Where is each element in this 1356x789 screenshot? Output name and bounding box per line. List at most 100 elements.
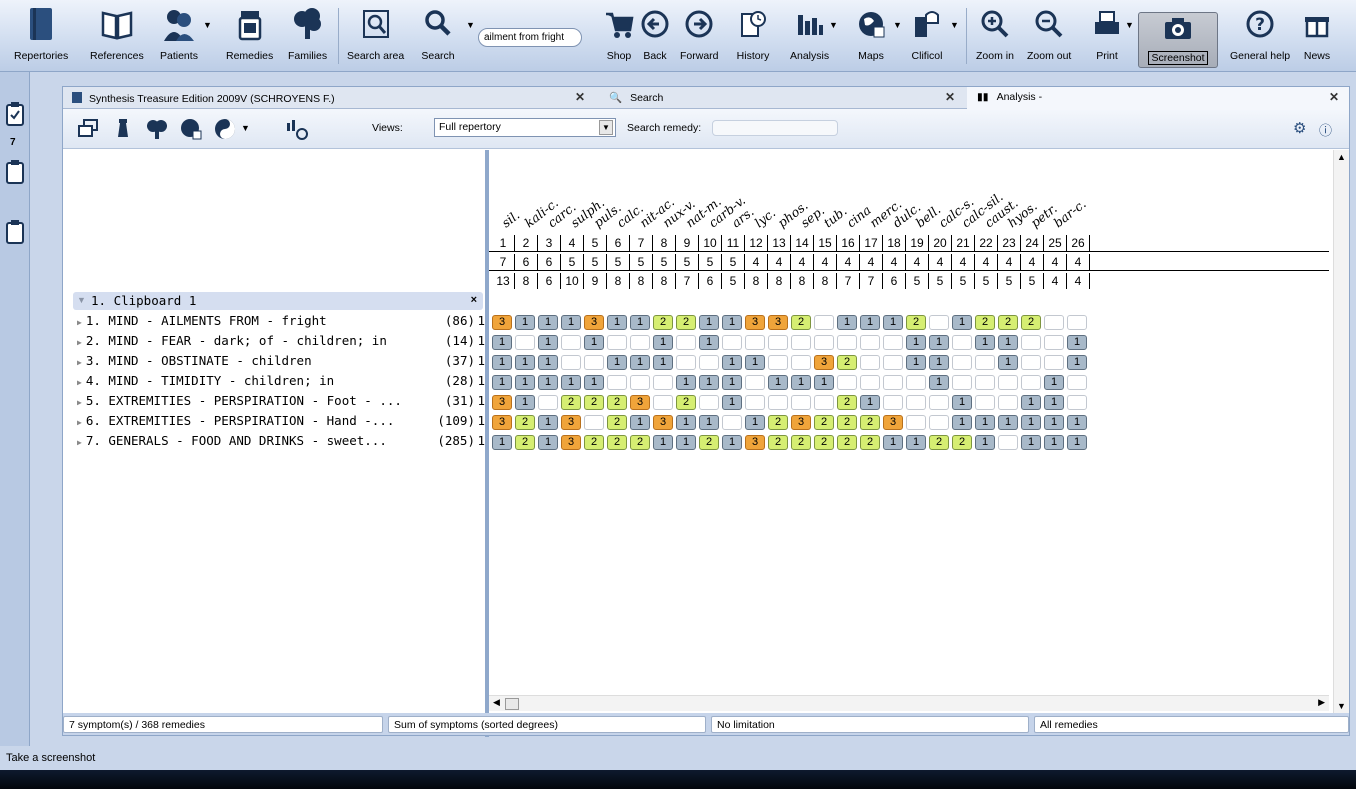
grade-cell[interactable]: 2 bbox=[906, 315, 926, 330]
grade-cell[interactable]: 1 bbox=[883, 315, 903, 330]
grade-cell[interactable]: 1 bbox=[699, 335, 719, 350]
grade-cell[interactable] bbox=[722, 335, 742, 350]
grade-cell[interactable]: 2 bbox=[837, 395, 857, 410]
grade-cell[interactable] bbox=[584, 415, 604, 430]
grade-cell[interactable]: 1 bbox=[561, 375, 581, 390]
grade-cell[interactable] bbox=[745, 375, 765, 390]
grade-cell[interactable]: 1 bbox=[1044, 375, 1064, 390]
symptom-row[interactable]: ▶ 4. MIND - TIMIDITY - children; in (28) 1 bbox=[77, 373, 487, 391]
grade-cell[interactable]: 2 bbox=[814, 415, 834, 430]
grade-cell[interactable]: 1 bbox=[998, 415, 1018, 430]
grade-cell[interactable]: 2 bbox=[653, 315, 673, 330]
close-icon[interactable]: ✕ bbox=[945, 90, 955, 104]
grade-cell[interactable]: 1 bbox=[492, 355, 512, 370]
grade-cell[interactable]: 1 bbox=[492, 435, 512, 450]
grade-cell[interactable]: 3 bbox=[584, 315, 604, 330]
status-sort[interactable]: Sum of symptoms (sorted degrees) bbox=[388, 716, 706, 733]
grade-cell[interactable]: 1 bbox=[699, 415, 719, 430]
zoom-out-button[interactable]: Zoom out bbox=[1027, 4, 1071, 68]
symptom-row[interactable]: ▶ 3. MIND - OBSTINATE - children (37) 1 bbox=[77, 353, 487, 371]
chevron-down-icon[interactable]: ▼ bbox=[1125, 20, 1134, 30]
grade-cell[interactable] bbox=[906, 415, 926, 430]
analysis-settings-icon[interactable] bbox=[285, 117, 309, 141]
grade-cell[interactable]: 1 bbox=[1067, 335, 1087, 350]
grade-cell[interactable] bbox=[1044, 355, 1064, 370]
grade-cell[interactable]: 2 bbox=[607, 415, 627, 430]
grade-cell[interactable] bbox=[883, 375, 903, 390]
expand-arrow-icon[interactable]: ▶ bbox=[77, 438, 82, 447]
grade-cell[interactable]: 1 bbox=[768, 375, 788, 390]
grade-cell[interactable]: 3 bbox=[492, 315, 512, 330]
grade-cell[interactable]: 3 bbox=[653, 415, 673, 430]
grade-cell[interactable]: 1 bbox=[791, 375, 811, 390]
symptom-row[interactable]: ▶ 2. MIND - FEAR - dark; of - children; i… bbox=[77, 333, 487, 351]
scroll-left-icon[interactable]: ◀ bbox=[493, 697, 500, 708]
grade-cell[interactable] bbox=[906, 395, 926, 410]
grade-cell[interactable]: 1 bbox=[515, 395, 535, 410]
grade-cell[interactable]: 2 bbox=[676, 315, 696, 330]
grade-cell[interactable] bbox=[1067, 395, 1087, 410]
grade-cell[interactable]: 2 bbox=[561, 395, 581, 410]
grade-cell[interactable]: 1 bbox=[860, 395, 880, 410]
grade-cell[interactable]: 2 bbox=[837, 415, 857, 430]
grade-cell[interactable] bbox=[768, 355, 788, 370]
expand-arrow-icon[interactable]: ▶ bbox=[77, 378, 82, 387]
grade-cell[interactable]: 1 bbox=[1021, 395, 1041, 410]
patients-button[interactable]: Patients bbox=[160, 4, 198, 68]
remedies-button[interactable]: Remedies bbox=[226, 4, 273, 68]
grade-cell[interactable]: 3 bbox=[561, 415, 581, 430]
views-select[interactable]: Full repertory ▼ bbox=[434, 118, 616, 137]
grade-cell[interactable]: 1 bbox=[975, 335, 995, 350]
grade-cell[interactable]: 2 bbox=[1021, 315, 1041, 330]
expand-arrow-icon[interactable]: ▶ bbox=[77, 398, 82, 407]
expand-arrow-icon[interactable]: ▶ bbox=[77, 358, 82, 367]
grade-cell[interactable]: 3 bbox=[630, 395, 650, 410]
grade-cell[interactable]: 3 bbox=[745, 435, 765, 450]
grade-cell[interactable] bbox=[837, 335, 857, 350]
grade-cell[interactable]: 2 bbox=[515, 415, 535, 430]
grade-cell[interactable]: 1 bbox=[998, 355, 1018, 370]
grade-cell[interactable] bbox=[998, 435, 1018, 450]
grade-cell[interactable]: 1 bbox=[515, 355, 535, 370]
tab-analysis[interactable]: ▮▮ Analysis - bbox=[967, 87, 1349, 109]
close-icon[interactable]: × bbox=[471, 294, 477, 306]
grade-cell[interactable]: 1 bbox=[952, 415, 972, 430]
yin-yang-icon[interactable] bbox=[213, 117, 237, 141]
chevron-down-icon[interactable]: ▼ bbox=[893, 20, 902, 30]
grade-cell[interactable]: 1 bbox=[929, 335, 949, 350]
chevron-down-icon[interactable]: ▼ bbox=[950, 20, 959, 30]
grade-cell[interactable] bbox=[630, 335, 650, 350]
grade-cell[interactable] bbox=[791, 335, 811, 350]
grade-cell[interactable] bbox=[1021, 355, 1041, 370]
clipboard-icon[interactable] bbox=[6, 160, 24, 184]
grade-cell[interactable]: 1 bbox=[814, 375, 834, 390]
clipboard-header[interactable]: ▼ 1. Clipboard 1 × bbox=[73, 292, 483, 310]
chevron-down-icon[interactable]: ▼ bbox=[241, 123, 250, 133]
grade-cell[interactable] bbox=[768, 395, 788, 410]
vertical-scrollbar[interactable]: ▲ ▼ bbox=[1333, 150, 1349, 713]
grade-cell[interactable] bbox=[883, 355, 903, 370]
grade-cell[interactable]: 2 bbox=[515, 435, 535, 450]
grade-cell[interactable]: 1 bbox=[1044, 395, 1064, 410]
grade-cell[interactable] bbox=[745, 335, 765, 350]
grade-cell[interactable] bbox=[906, 375, 926, 390]
grade-cell[interactable]: 3 bbox=[745, 315, 765, 330]
grade-cell[interactable]: 2 bbox=[607, 395, 627, 410]
grade-cell[interactable]: 1 bbox=[492, 335, 512, 350]
grade-cell[interactable]: 2 bbox=[676, 395, 696, 410]
grade-cell[interactable] bbox=[630, 375, 650, 390]
grade-cell[interactable] bbox=[860, 355, 880, 370]
grade-cell[interactable]: 1 bbox=[538, 315, 558, 330]
remedy-label[interactable]: sil. bbox=[499, 207, 523, 230]
grade-cell[interactable] bbox=[837, 375, 857, 390]
chevron-down-icon[interactable]: ▼ bbox=[829, 20, 838, 30]
grade-cell[interactable] bbox=[883, 335, 903, 350]
grade-cell[interactable]: 1 bbox=[722, 375, 742, 390]
grade-cell[interactable]: 2 bbox=[584, 395, 604, 410]
remedy-label[interactable]: bar-c. bbox=[1051, 196, 1089, 230]
grade-cell[interactable]: 1 bbox=[653, 335, 673, 350]
grade-cell[interactable]: 1 bbox=[722, 355, 742, 370]
grade-cell[interactable]: 1 bbox=[722, 315, 742, 330]
grade-cell[interactable]: 1 bbox=[745, 415, 765, 430]
grade-cell[interactable] bbox=[814, 395, 834, 410]
